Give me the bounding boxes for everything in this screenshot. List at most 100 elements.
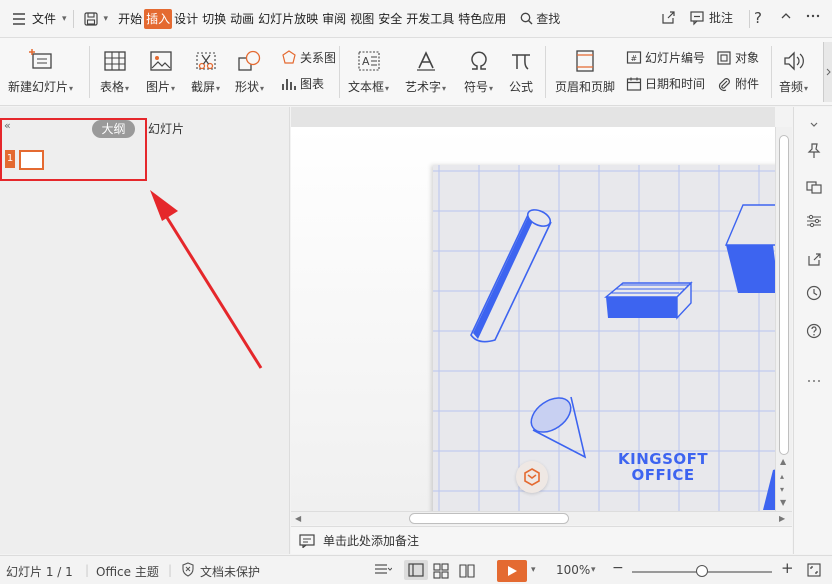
relation-diagram-button[interactable]: 关系图 bbox=[281, 49, 336, 66]
horizontal-scrollbar[interactable]: ◀ ▶ bbox=[291, 511, 792, 525]
normal-view-icon[interactable] bbox=[404, 560, 428, 580]
horizontal-scroll-thumb[interactable] bbox=[409, 513, 569, 524]
theme-name[interactable]: Office 主题 bbox=[96, 563, 159, 580]
scroll-right-arrow-icon[interactable]: ▶ bbox=[779, 514, 785, 523]
collapse-pane-icon[interactable]: « bbox=[4, 119, 11, 132]
tab-slideshow[interactable]: 幻灯片放映 bbox=[256, 9, 320, 29]
shield-icon bbox=[181, 562, 195, 580]
chart-button[interactable]: 图表 bbox=[281, 75, 324, 92]
comment-label: 批注 bbox=[709, 11, 734, 25]
textbox-icon: A bbox=[357, 46, 381, 76]
new-slide-label: 新建幻灯片 bbox=[8, 80, 69, 94]
vertical-scroll-thumb[interactable] bbox=[779, 135, 789, 455]
more-icon[interactable] bbox=[804, 371, 824, 391]
formula-label: 公式 bbox=[509, 80, 534, 94]
table-button[interactable]: 表格▾ bbox=[100, 46, 129, 95]
tab-developer[interactable]: 开发工具 bbox=[404, 9, 456, 29]
formula-button[interactable]: 公式 bbox=[509, 46, 533, 95]
scroll-page-up-icon[interactable]: ▴ bbox=[780, 472, 784, 481]
slide-sorter-icon[interactable] bbox=[433, 563, 449, 582]
header-footer-icon bbox=[574, 46, 596, 76]
help-circle-icon[interactable] bbox=[804, 321, 824, 341]
file-menu[interactable]: 文件 bbox=[30, 9, 58, 29]
scroll-page-down-icon[interactable]: ▾ bbox=[780, 485, 784, 494]
comment-button[interactable]: 批注 bbox=[689, 9, 733, 26]
scroll-up-arrow-icon[interactable]: ▲ bbox=[780, 457, 786, 466]
tab-insert[interactable]: 插入 bbox=[144, 8, 173, 29]
screenshot-button[interactable]: 截屏▾ bbox=[191, 46, 220, 95]
new-slide-button[interactable]: 新建幻灯片▾ bbox=[8, 46, 73, 95]
scroll-left-arrow-icon[interactable]: ◀ bbox=[295, 514, 301, 523]
zoom-in-icon[interactable]: + bbox=[781, 559, 794, 577]
tab-slides[interactable]: 幻灯片 bbox=[148, 120, 184, 138]
shape-button[interactable]: 形状▾ bbox=[235, 46, 264, 95]
symbol-button[interactable]: 符号▾ bbox=[464, 46, 493, 95]
search-button[interactable]: 查找 bbox=[520, 10, 560, 27]
tab-view[interactable]: 视图 bbox=[348, 9, 376, 29]
chevron-down-icon[interactable]: ▾ bbox=[62, 14, 67, 24]
help-icon[interactable]: ? bbox=[754, 9, 762, 27]
tab-outline[interactable]: 大纲 bbox=[92, 120, 135, 138]
comment-icon bbox=[690, 10, 704, 25]
attachment-button[interactable]: 附件 bbox=[716, 75, 759, 92]
svg-text:A: A bbox=[362, 55, 370, 68]
slide-number-button[interactable]: # 幻灯片编号 bbox=[626, 49, 705, 66]
reading-view-icon[interactable] bbox=[459, 563, 475, 582]
block-shape bbox=[604, 281, 693, 320]
more-options-icon[interactable] bbox=[806, 9, 820, 26]
save-icon[interactable] bbox=[80, 8, 102, 30]
notes-toggle-icon[interactable] bbox=[374, 564, 393, 579]
object-button[interactable]: 对象 bbox=[716, 49, 759, 66]
chevron-down-icon: ▾ bbox=[489, 84, 494, 93]
table-icon bbox=[103, 46, 127, 76]
share-icon[interactable] bbox=[660, 9, 676, 28]
tab-special[interactable]: 特色应用 bbox=[456, 9, 508, 29]
slide-canvas[interactable]: KINGSOFT OFFICE bbox=[433, 165, 775, 511]
textbox-button[interactable]: A 文本框▾ bbox=[348, 46, 389, 95]
slide-thumbnail[interactable] bbox=[19, 150, 44, 170]
cylinder-shape bbox=[470, 209, 552, 343]
relation-diagram-label: 关系图 bbox=[300, 51, 337, 65]
menu-bar: 文件 ▾ ▾ 开始 插入 设计 切换 动画 幻灯片放映 审阅 视图 安全 开发工… bbox=[0, 0, 832, 38]
zoom-level[interactable]: 100% bbox=[556, 563, 590, 577]
tab-transitions[interactable]: 切换 bbox=[200, 9, 228, 29]
object-icon bbox=[717, 50, 731, 65]
export-icon[interactable] bbox=[804, 249, 824, 269]
zoom-dropdown-icon[interactable]: ▾ bbox=[591, 565, 596, 575]
notes-pane[interactable]: 单击此处添加备注 bbox=[291, 526, 792, 554]
ribbon-scroll-right[interactable] bbox=[823, 42, 832, 102]
pin-icon[interactable] bbox=[804, 141, 824, 161]
new-slide-icon bbox=[27, 46, 55, 76]
play-slideshow-button[interactable] bbox=[497, 560, 527, 582]
textbox-label: 文本框 bbox=[348, 80, 385, 94]
hamburger-menu-icon[interactable] bbox=[8, 8, 30, 30]
zoom-slider-handle[interactable] bbox=[696, 565, 708, 577]
divider bbox=[749, 10, 750, 28]
settings-sliders-icon[interactable] bbox=[804, 211, 824, 231]
picture-button[interactable]: 图片▾ bbox=[146, 46, 175, 95]
scroll-down-arrow-icon[interactable]: ▼ bbox=[780, 498, 786, 507]
wordart-button[interactable]: 艺术字▾ bbox=[405, 46, 446, 95]
wps-assistant-icon[interactable] bbox=[516, 461, 548, 493]
tab-review[interactable]: 审阅 bbox=[320, 9, 348, 29]
fit-window-icon[interactable] bbox=[806, 562, 822, 581]
tab-design[interactable]: 设计 bbox=[172, 9, 200, 29]
divider bbox=[545, 46, 546, 98]
collapse-sidebar-icon[interactable] bbox=[804, 115, 824, 135]
slide-switch-icon[interactable] bbox=[804, 177, 824, 197]
protection-status[interactable]: 文档未保护 bbox=[200, 563, 260, 580]
tab-security[interactable]: 安全 bbox=[376, 9, 404, 29]
vertical-scrollbar[interactable]: ▲ ▴ ▾ ▼ bbox=[775, 127, 792, 511]
datetime-button[interactable]: 日期和时间 bbox=[626, 75, 705, 92]
tab-home[interactable]: 开始 bbox=[116, 9, 144, 29]
header-footer-button[interactable]: 页眉和页脚 bbox=[555, 46, 615, 95]
audio-button[interactable]: 音频▾ bbox=[779, 46, 808, 95]
zoom-out-icon[interactable]: − bbox=[612, 560, 624, 576]
tab-animations[interactable]: 动画 bbox=[228, 9, 256, 29]
history-icon[interactable] bbox=[804, 283, 824, 303]
pi-icon bbox=[509, 46, 533, 76]
quick-access-dropdown-icon[interactable]: ▾ bbox=[104, 14, 109, 24]
chevron-down-icon[interactable]: ▾ bbox=[531, 565, 536, 575]
brand-line-2: OFFICE bbox=[631, 466, 695, 484]
collapse-ribbon-icon[interactable] bbox=[779, 9, 793, 26]
